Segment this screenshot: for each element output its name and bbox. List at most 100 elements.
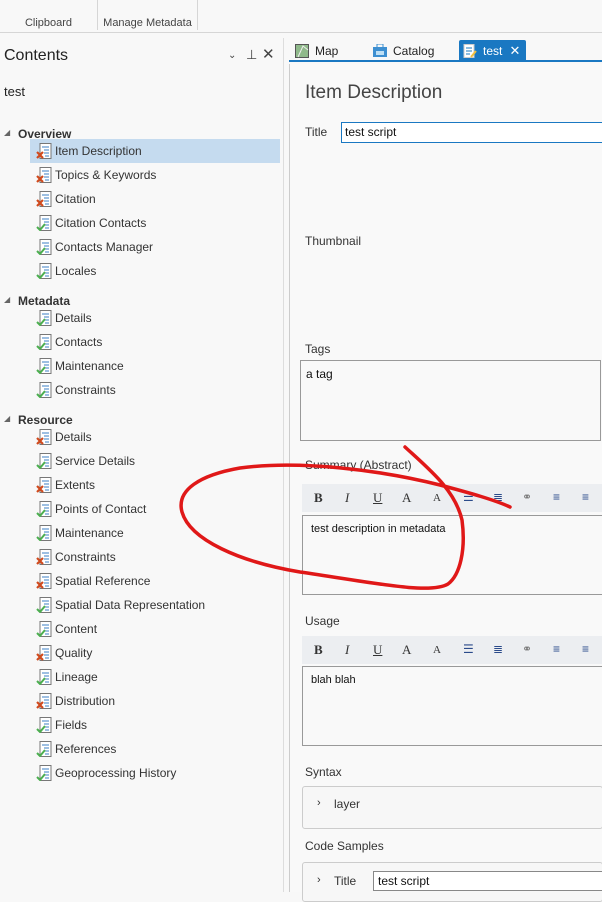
metadata-error-icon bbox=[36, 573, 52, 589]
tree-item[interactable]: Topics & Keywords bbox=[30, 163, 280, 187]
tab-map[interactable]: Map bbox=[291, 40, 338, 62]
tree-item[interactable]: Locales bbox=[30, 259, 280, 283]
tab-catalog[interactable]: Catalog bbox=[369, 40, 434, 62]
code-title-label: Title bbox=[334, 874, 357, 888]
tree-item[interactable]: Points of Contact bbox=[30, 497, 280, 521]
metadata-complete-icon bbox=[36, 597, 52, 613]
tree-item[interactable]: Spatial Data Representation bbox=[30, 593, 280, 617]
bullet-list-icon[interactable]: ☰ bbox=[463, 642, 474, 656]
catalog-icon bbox=[373, 44, 387, 57]
tree-item[interactable]: Content bbox=[30, 617, 280, 641]
syntax-label: Syntax bbox=[305, 765, 342, 779]
title-input[interactable]: test script bbox=[341, 122, 602, 143]
tree-item[interactable]: Maintenance bbox=[30, 521, 280, 545]
expand-triangle-icon[interactable]: ◢ bbox=[4, 128, 10, 137]
numbered-list-icon[interactable]: ≣ bbox=[493, 642, 503, 656]
grow-font-button[interactable]: A bbox=[402, 490, 411, 506]
tree-item[interactable]: Distribution bbox=[30, 689, 280, 713]
tree-item-label: Contacts bbox=[55, 335, 103, 349]
tree-item[interactable]: Details bbox=[30, 425, 280, 449]
tree-item-label: Topics & Keywords bbox=[55, 168, 157, 182]
metadata-complete-icon bbox=[36, 334, 52, 350]
insert-link-icon[interactable]: ⚭ bbox=[522, 642, 532, 656]
tree-item[interactable]: Maintenance bbox=[30, 354, 280, 378]
tree-item[interactable]: Lineage bbox=[30, 665, 280, 689]
thumbnail-label: Thumbnail bbox=[305, 234, 362, 248]
shrink-font-button[interactable]: A bbox=[433, 492, 441, 504]
contents-pane: Contents ⌄ ⊥ ✕ test ◢ Overview Item Descri… bbox=[0, 38, 284, 892]
shrink-font-button[interactable]: A bbox=[433, 644, 441, 656]
align-center-icon[interactable]: ≡ bbox=[582, 642, 589, 656]
code-title-input[interactable]: test script bbox=[373, 871, 602, 891]
tree-item[interactable]: Citation bbox=[30, 187, 280, 211]
tree-item[interactable]: Contacts bbox=[30, 330, 280, 354]
usage-input[interactable]: blah blah bbox=[302, 666, 602, 746]
grow-font-button[interactable]: A bbox=[402, 642, 411, 658]
chevron-down-icon[interactable]: ⌄ bbox=[228, 50, 236, 61]
tab-test[interactable]: test ✕ bbox=[459, 40, 527, 62]
metadata-error-icon bbox=[36, 191, 52, 207]
metadata-error-icon bbox=[36, 429, 52, 445]
align-center-icon[interactable]: ≡ bbox=[582, 490, 589, 504]
bold-button[interactable]: B bbox=[314, 642, 323, 658]
tree-item[interactable]: Item Description bbox=[30, 139, 280, 163]
metadata-complete-icon bbox=[36, 215, 52, 231]
metadata-complete-icon bbox=[36, 717, 52, 733]
tree-item[interactable]: Geoprocessing History bbox=[30, 761, 280, 785]
tags-input[interactable]: a tag bbox=[300, 360, 601, 441]
close-icon[interactable]: ✕ bbox=[262, 45, 275, 63]
ribbon: Clipboard Manage Metadata bbox=[0, 0, 602, 33]
underline-button[interactable]: U bbox=[373, 490, 382, 506]
underline-button[interactable]: U bbox=[373, 642, 382, 658]
tree-item[interactable]: Service Details bbox=[30, 449, 280, 473]
tree-item-label: Item Description bbox=[55, 144, 142, 158]
pin-icon[interactable]: ⊥ bbox=[246, 47, 257, 63]
chevron-right-icon[interactable]: › bbox=[317, 797, 321, 809]
tree-item[interactable]: References bbox=[30, 737, 280, 761]
tree-item[interactable]: Constraints bbox=[30, 545, 280, 569]
metadata-complete-icon bbox=[36, 741, 52, 757]
numbered-list-icon[interactable]: ≣ bbox=[493, 490, 503, 504]
contents-root[interactable]: test bbox=[4, 84, 25, 99]
metadata-error-icon bbox=[36, 143, 52, 159]
tree-item-label: Details bbox=[55, 430, 92, 444]
tree-item-label: Contacts Manager bbox=[55, 240, 154, 254]
chevron-right-icon[interactable]: › bbox=[317, 874, 321, 886]
bold-button[interactable]: B bbox=[314, 490, 323, 506]
tree-item-label: Lineage bbox=[55, 670, 98, 684]
metadata-complete-icon bbox=[36, 239, 52, 255]
insert-link-icon[interactable]: ⚭ bbox=[522, 490, 532, 504]
tree-item-label: Distribution bbox=[55, 694, 116, 708]
tree-item[interactable]: Quality bbox=[30, 641, 280, 665]
tab-label: Map bbox=[315, 44, 339, 58]
tree-item[interactable]: Extents bbox=[30, 473, 280, 497]
italic-button[interactable]: I bbox=[345, 490, 349, 506]
tree-item-label: Points of Contact bbox=[55, 502, 147, 516]
expand-triangle-icon[interactable]: ◢ bbox=[4, 295, 10, 304]
ribbon-group-clipboard: Clipboard bbox=[0, 0, 98, 30]
align-left-icon[interactable]: ≡ bbox=[553, 490, 560, 504]
tree-item[interactable]: Fields bbox=[30, 713, 280, 737]
syntax-parameter[interactable]: layer bbox=[334, 797, 360, 811]
tab-bar: Map Catalog test ✕ bbox=[289, 38, 602, 62]
align-left-icon[interactable]: ≡ bbox=[553, 642, 560, 656]
expand-triangle-icon[interactable]: ◢ bbox=[4, 414, 10, 423]
summary-input[interactable]: test description in metadata bbox=[302, 515, 602, 595]
tree-item-label: Details bbox=[55, 311, 92, 325]
tree-item[interactable]: Constraints bbox=[30, 378, 280, 402]
tree-item-label: Content bbox=[55, 622, 98, 636]
italic-button[interactable]: I bbox=[345, 642, 349, 658]
tree-item[interactable]: Spatial Reference bbox=[30, 569, 280, 593]
tree-item[interactable]: Details bbox=[30, 306, 280, 330]
usage-toolbar: B I U A A ☰ ≣ ⚭ ≡ ≡ bbox=[302, 636, 602, 664]
bullet-list-icon[interactable]: ☰ bbox=[463, 490, 474, 504]
metadata-complete-icon bbox=[36, 765, 52, 781]
metadata-complete-icon bbox=[36, 621, 52, 637]
metadata-complete-icon bbox=[36, 453, 52, 469]
tree-item-label: Citation Contacts bbox=[55, 216, 147, 230]
tags-label: Tags bbox=[305, 342, 331, 356]
tree-item[interactable]: Contacts Manager bbox=[30, 235, 280, 259]
tree-item[interactable]: Citation Contacts bbox=[30, 211, 280, 235]
close-tab-icon[interactable]: ✕ bbox=[509, 40, 520, 62]
title-label: Title bbox=[305, 125, 328, 139]
